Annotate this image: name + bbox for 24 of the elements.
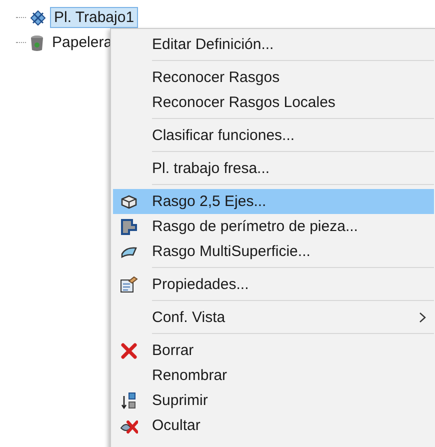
- menu-item[interactable]: Reconocer Rasgos Locales: [113, 90, 434, 115]
- menu-item[interactable]: Ocultar: [113, 413, 434, 438]
- menu-item[interactable]: Reconocer Rasgos: [113, 65, 434, 90]
- menu-item[interactable]: Clasificar funciones...: [113, 123, 434, 148]
- tree-item[interactable]: Pl. Trabajo1: [50, 7, 138, 28]
- properties-icon: [120, 276, 138, 293]
- menu-item[interactable]: Rasgo de perímetro de pieza...: [113, 214, 434, 239]
- profile-icon: [121, 218, 137, 234]
- menu-item[interactable]: Borrar: [113, 338, 434, 363]
- cube-icon: [120, 194, 138, 210]
- menu-item[interactable]: Conf. Vista: [113, 305, 434, 330]
- surface-icon: [120, 244, 138, 258]
- menu-item[interactable]: Suprimir: [113, 388, 434, 413]
- hide-icon: [120, 418, 138, 434]
- menu-item[interactable]: Renombrar: [113, 363, 434, 388]
- bin-icon: [29, 34, 45, 52]
- menu-item[interactable]: Propiedades...: [113, 272, 434, 297]
- delete-icon: [121, 342, 137, 358]
- menu-item[interactable]: Editar Definición...: [113, 32, 434, 57]
- menu-item[interactable]: Pl. trabajo fresa...: [113, 156, 434, 181]
- menu-item[interactable]: Rasgo 2,5 Ejes...: [113, 189, 434, 214]
- menu-item[interactable]: Rasgo MultiSuperficie...: [113, 239, 434, 264]
- workplane-icon: [29, 8, 47, 26]
- suppress-icon: [121, 392, 137, 410]
